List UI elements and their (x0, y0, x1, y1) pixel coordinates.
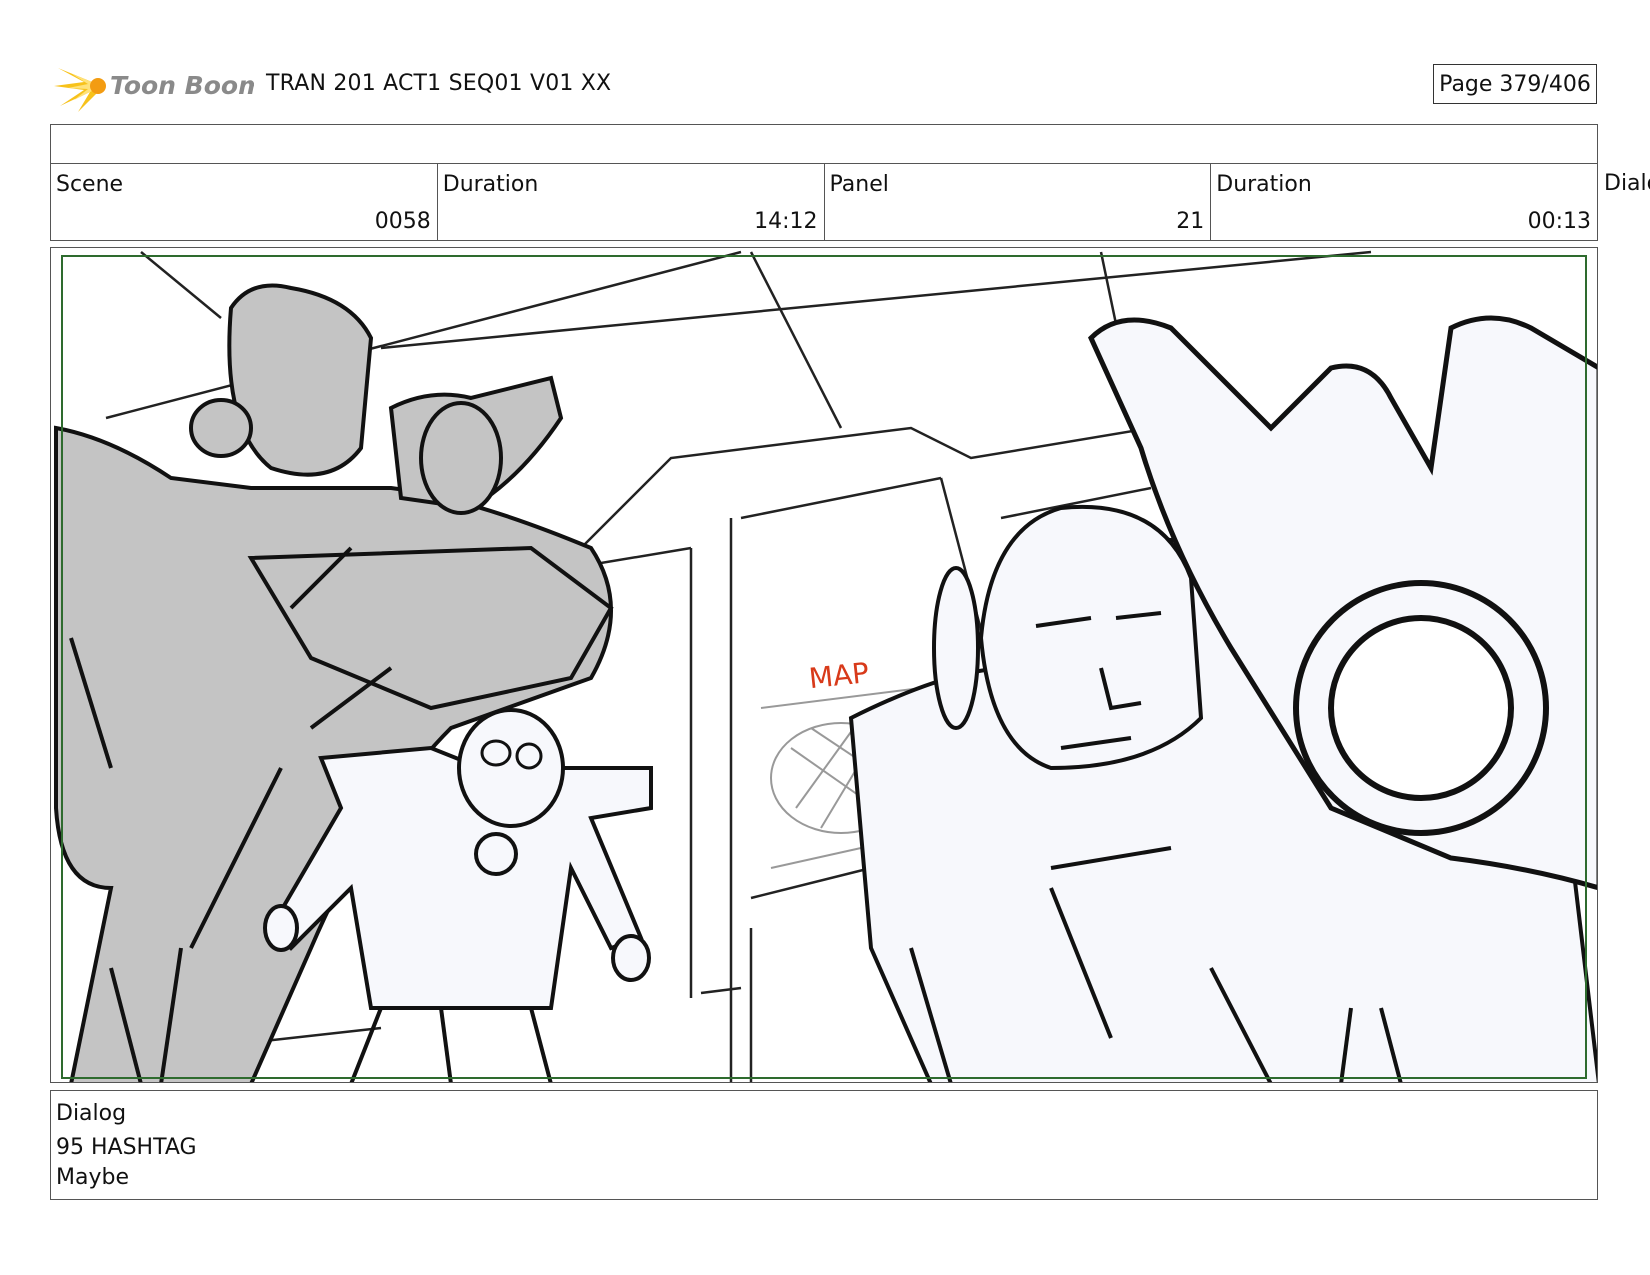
page-number: Page 379/406 (1433, 64, 1597, 104)
starburst-icon (54, 68, 106, 112)
panel-duration-cell: Duration 00:13 (1211, 164, 1597, 240)
panel-value: 21 (1176, 209, 1205, 234)
dialog-line-2: Maybe (56, 1165, 129, 1190)
panel-duration-value: 00:13 (1527, 209, 1591, 234)
scene-cell: Scene 0058 (51, 164, 438, 240)
logo-text: Toon Boom (110, 71, 254, 100)
scene-value: 0058 (374, 209, 431, 234)
toon-boom-logo: Toon Boom (54, 58, 254, 114)
scene-info-row: Scene 0058 Duration 14:12 Panel 21 Durat… (50, 163, 1598, 241)
small-robot-figure (263, 708, 653, 1082)
dialog-overflow-label: Dialo (1604, 171, 1650, 196)
scene-duration-cell: Duration 14:12 (438, 164, 825, 240)
scene-duration-value: 14:12 (754, 209, 818, 234)
panel-cell: Panel 21 (825, 164, 1212, 240)
panel-sketch: MAP (54, 250, 1597, 1082)
storyboard-panel: MAP (50, 247, 1598, 1083)
dialog-line-1: 95 HASHTAG (56, 1135, 197, 1160)
document-title: TRAN 201 ACT1 SEQ01 V01 XX (266, 71, 612, 96)
panel-label: Panel (829, 172, 889, 197)
scene-duration-label: Duration (442, 172, 539, 197)
panel-duration-label: Duration (1216, 172, 1312, 197)
dialog-label: Dialog (56, 1101, 127, 1126)
header-blank-row (50, 124, 1598, 164)
map-annotation: MAP (807, 656, 870, 695)
white-robot-figure (848, 315, 1597, 1082)
scene-label: Scene (56, 172, 124, 197)
dialog-box: Dialog 95 HASHTAG Maybe (50, 1090, 1598, 1200)
